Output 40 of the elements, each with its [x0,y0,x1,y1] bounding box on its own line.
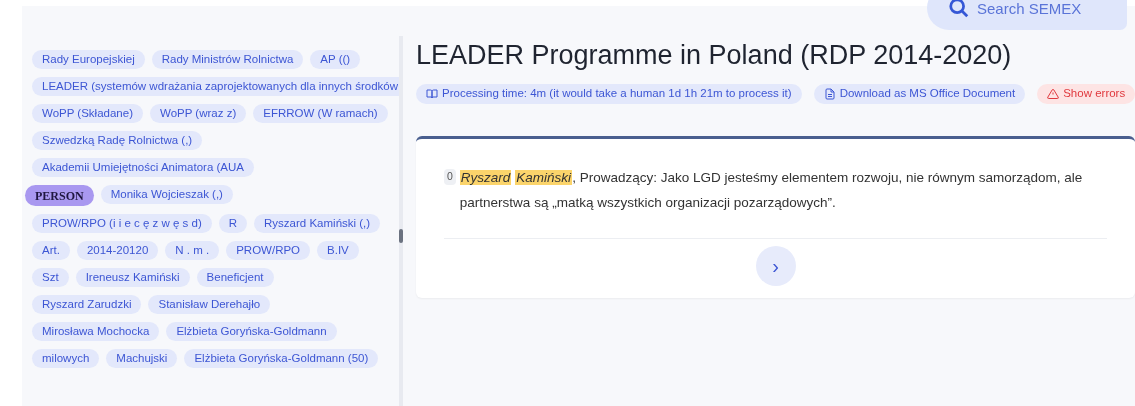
entity-tag[interactable]: Ryszard Kamiński (,) [254,214,381,233]
book-icon [426,88,438,100]
entity-tag[interactable]: Elżbieta Goryńska-Goldmann [166,322,337,341]
sentence-number: 0 [444,169,456,185]
scrollbar-thumb[interactable] [399,229,403,243]
entity-tag[interactable]: PROW/RPO [226,241,311,260]
download-button[interactable]: Download as MS Office Document [813,84,1026,104]
entity-tag[interactable]: Szwedzką Radę Rolnictwa (,) [32,131,203,150]
warning-icon [1047,88,1060,100]
entity-tag[interactable]: Machujski [106,349,178,368]
entity-tag[interactable]: N . m . [165,241,220,260]
page-title: LEADER Programme in Poland (RDP 2014-2020) [416,39,1013,72]
entity-tag[interactable]: AP (() [310,50,361,69]
next-button[interactable]: › [755,246,796,286]
entity-tag[interactable]: WoPP (Składane) [32,104,143,123]
processing-time-badge[interactable]: Processing time: 4m (it would take a human 1d 1h 21m to process it) [416,84,802,104]
entity-tag[interactable]: Rady Ministrów Rolnictwa [151,50,304,69]
show-errors-button[interactable]: Show errors [1037,84,1135,104]
entity-tag[interactable]: Elżbieta Goryńska-Goldmann (50) [184,349,379,368]
entity-tag[interactable]: Stanisław Derehajło [148,295,271,314]
entity-tag[interactable]: Akademii Umiejętności Animatora (AUA [32,158,254,177]
sentence-text: Ryszard Kamiński, Prowadzący: Jako LGD jesteśmy elementem rozwoju, nie równym samorządom, ale partnerstwa są „matką wszystkich organizacji pozarządowych”. [459,169,1084,212]
entity-type-label: PERSON [25,185,94,206]
search-icon [948,0,970,19]
entity-tag[interactable]: Art. [32,241,70,260]
entity-tag[interactable]: Beneficjent [196,268,274,287]
entity-tag[interactable]: PROW/RPO (i i e c ę z w ę s d) [32,214,212,233]
entity-tag[interactable]: Ireneusz Kamiński [75,268,190,287]
entity-tag[interactable]: 2014-20120 [76,241,159,260]
entity-tag[interactable]: Ryszard Zarudzki [32,295,142,314]
entity-tag[interactable]: Rady Europejskiej [32,50,145,69]
entity-tag[interactable]: Monika Wojcieszak (,) [100,185,233,204]
document-icon [823,88,836,100]
search-field[interactable]: Search SEMEX [927,0,1127,30]
entity-tag[interactable]: WoPP (wraz z) [150,104,247,123]
entity-tag[interactable]: Szt [32,268,69,287]
entity-tag[interactable]: B.IV [317,241,359,260]
entity-tag[interactable]: milowych [32,349,100,368]
entity-tag[interactable]: EFRROW (W ramach) [253,104,388,123]
entity-tag[interactable]: Mirosława Mochocka [32,322,160,341]
